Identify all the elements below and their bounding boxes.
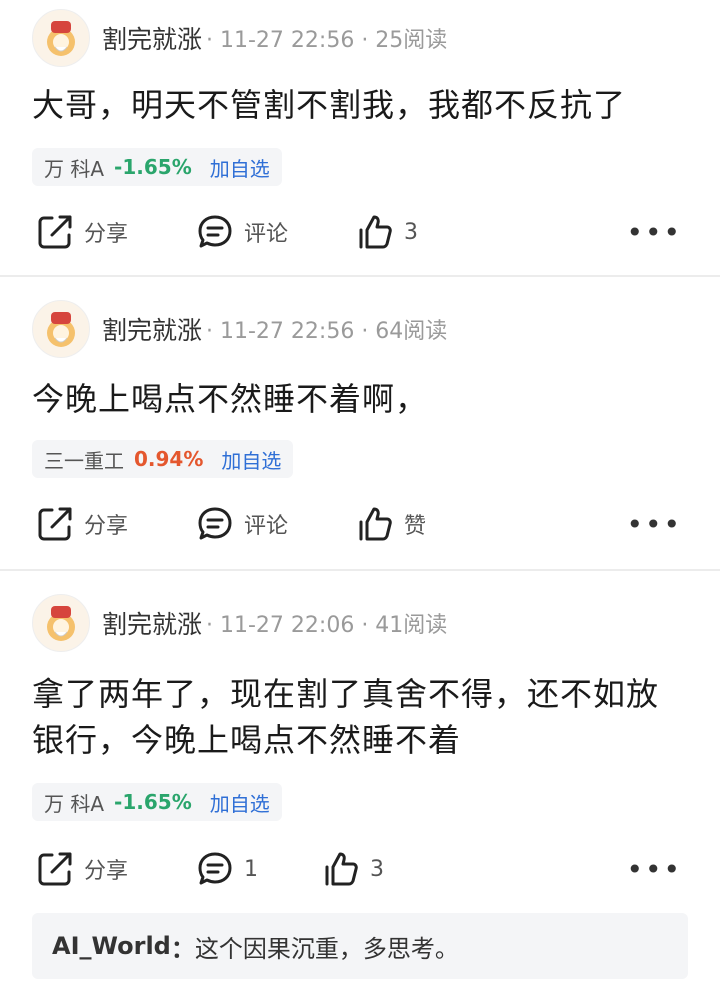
post-text-line: 拿了两年了，现在割了真舍不得，还不如放 bbox=[32, 675, 660, 713]
username[interactable]: 割完就涨 bbox=[102, 20, 202, 56]
like-icon bbox=[359, 507, 392, 541]
comment-button[interactable]: 评论 bbox=[196, 505, 288, 543]
share-button[interactable]: 分享 bbox=[36, 213, 128, 251]
stock-change: 0.94% bbox=[134, 447, 204, 471]
share-icon bbox=[38, 852, 72, 886]
like-count: 3 bbox=[404, 219, 418, 245]
add-to-watchlist-button[interactable]: 加自选 bbox=[221, 445, 281, 474]
comment-icon bbox=[198, 852, 232, 885]
reply-preview[interactable]: AI_World ： 这个因果沉重，多思考。 bbox=[32, 913, 688, 979]
like-icon bbox=[325, 852, 358, 886]
stock-tag[interactable]: 万 科A -1.65% 加自选 bbox=[32, 148, 282, 186]
post-text[interactable]: 大哥，明天不管割不割我，我都不反抗了 bbox=[32, 82, 690, 128]
action-bar: 分享 1 3 ••• bbox=[32, 847, 690, 891]
add-to-watchlist-button[interactable]: 加自选 bbox=[210, 788, 270, 817]
post-text[interactable]: 拿了两年了，现在割了真舍不得，还不如放 银行，今晚上喝点不然睡不着 bbox=[32, 671, 690, 763]
avatar[interactable] bbox=[32, 300, 90, 358]
like-count: 3 bbox=[370, 856, 384, 882]
stock-tag[interactable]: 万 科A -1.65% 加自选 bbox=[32, 783, 282, 821]
comment-button[interactable]: 评论 bbox=[196, 213, 288, 251]
avatar[interactable] bbox=[32, 9, 90, 67]
post-2: 割完就涨 · 11-27 22:56 · 64阅读 今晚上喝点不然睡不着啊， 三… bbox=[0, 277, 720, 571]
stock-name: 万 科A bbox=[44, 156, 105, 181]
stock-name: 万 科A bbox=[44, 791, 105, 816]
post-meta: · 11-27 22:56 · 25阅读 bbox=[206, 28, 448, 53]
comment-icon bbox=[198, 215, 232, 248]
stock-change: -1.65% bbox=[114, 155, 192, 179]
comment-label: 评论 bbox=[244, 222, 289, 247]
post-3: 割完就涨 · 11-27 22:06 · 41阅读 拿了两年了，现在割了真舍不得… bbox=[0, 571, 720, 996]
comment-label: 评论 bbox=[244, 514, 289, 539]
post-text-line: 银行，今晚上喝点不然睡不着 bbox=[32, 721, 462, 759]
more-icon[interactable]: ••• bbox=[626, 216, 682, 249]
comment-button[interactable]: 1 bbox=[196, 850, 258, 888]
action-bar: 分享 评论 赞 ••• bbox=[32, 502, 690, 546]
post-text[interactable]: 今晚上喝点不然睡不着啊， bbox=[32, 376, 690, 422]
share-button[interactable]: 分享 bbox=[36, 505, 128, 543]
action-bar: 分享 评论 3 ••• bbox=[32, 210, 690, 254]
comment-icon bbox=[198, 507, 232, 540]
post-meta: · 11-27 22:06 · 41阅读 bbox=[206, 613, 448, 638]
share-button[interactable]: 分享 bbox=[36, 850, 128, 888]
like-button[interactable]: 赞 bbox=[356, 505, 426, 543]
comment-count: 1 bbox=[244, 856, 258, 882]
post-header: 割完就涨 · 11-27 22:06 · 41阅读 bbox=[32, 593, 447, 653]
more-icon[interactable]: ••• bbox=[626, 853, 682, 886]
stock-tag[interactable]: 三一重工 0.94% 加自选 bbox=[32, 440, 294, 478]
like-icon bbox=[359, 215, 392, 249]
post-1: 割完就涨 · 11-27 22:56 · 25阅读 大哥，明天不管割不割我，我都… bbox=[0, 0, 720, 277]
reply-text: 这个因果沉重，多思考。 bbox=[194, 934, 459, 963]
share-icon bbox=[38, 507, 72, 541]
post-header: 割完就涨 · 11-27 22:56 · 25阅读 bbox=[32, 8, 447, 68]
reply-username[interactable]: AI_World bbox=[52, 932, 171, 960]
post-header: 割完就涨 · 11-27 22:56 · 64阅读 bbox=[32, 299, 447, 359]
reply-separator: ： bbox=[170, 934, 195, 963]
like-button[interactable]: 3 bbox=[356, 213, 418, 251]
more-icon[interactable]: ••• bbox=[626, 508, 682, 541]
share-label: 分享 bbox=[84, 222, 129, 247]
share-label: 分享 bbox=[84, 859, 129, 884]
share-icon bbox=[38, 215, 72, 249]
username[interactable]: 割完就涨 bbox=[102, 605, 202, 641]
like-count: 赞 bbox=[404, 514, 427, 539]
stock-change: -1.65% bbox=[114, 790, 192, 814]
add-to-watchlist-button[interactable]: 加自选 bbox=[210, 153, 270, 182]
stock-name: 三一重工 bbox=[44, 448, 124, 473]
avatar[interactable] bbox=[32, 594, 90, 652]
post-meta: · 11-27 22:56 · 64阅读 bbox=[206, 319, 448, 344]
like-button[interactable]: 3 bbox=[322, 850, 384, 888]
share-label: 分享 bbox=[84, 514, 129, 539]
username[interactable]: 割完就涨 bbox=[102, 311, 202, 347]
